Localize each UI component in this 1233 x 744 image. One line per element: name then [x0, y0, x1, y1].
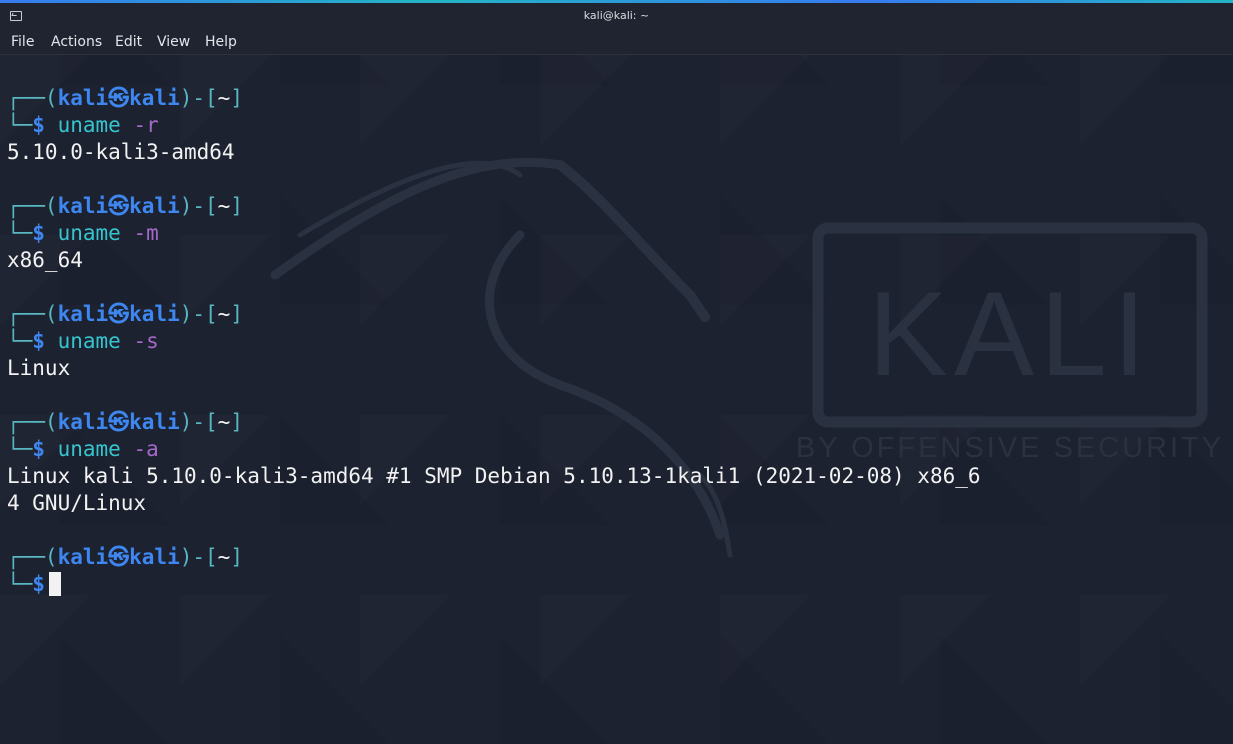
prompt-frame: ┌──( [7, 302, 58, 326]
prompt-frame: )-[ [179, 86, 218, 110]
window-title: kali@kali: ~ [583, 9, 650, 22]
menu-file[interactable]: File [11, 34, 34, 50]
title-bar[interactable]: kali@kali: ~ [0, 3, 1233, 30]
prompt-user-host: kali㉿kali [57, 194, 180, 218]
prompt-frame: ┌──( [7, 410, 58, 434]
command-output: Linux [7, 356, 71, 380]
prompt-frame: └─ [7, 329, 33, 353]
prompt-frame: ┌──( [7, 545, 58, 569]
prompt-directory: ~ [217, 86, 231, 110]
command-output: Linux kali 5.10.0-kali3-amd64 #1 SMP Deb… [7, 464, 981, 488]
command-argument: -r [133, 113, 159, 137]
menu-edit[interactable]: Edit [115, 34, 142, 50]
prompt-frame: └─ [7, 572, 33, 596]
prompt-frame: └─ [7, 221, 33, 245]
prompt-user-host: kali㉿kali [57, 410, 180, 434]
command-line: └─$ uname -m [7, 220, 159, 247]
prompt-frame: ┌──( [7, 86, 58, 110]
prompt-frame: └─ [7, 437, 33, 461]
prompt-line: ┌──(kali㉿kali)-[~] [7, 409, 243, 436]
prompt-user-host: kali㉿kali [57, 86, 180, 110]
prompt-symbol: $ [32, 113, 45, 137]
command-line: └─$ uname -s [7, 328, 159, 355]
prompt-directory: ~ [217, 302, 231, 326]
menu-help[interactable]: Help [205, 34, 237, 50]
prompt-frame: ] [230, 86, 243, 110]
prompt-symbol: $ [32, 437, 45, 461]
command-name: uname [57, 329, 121, 353]
menu-view[interactable]: View [157, 34, 190, 50]
command-output: 5.10.0-kali3-amd64 [7, 140, 235, 164]
terminal-area[interactable]: KALI BY OFFENSIVE SECURITY ┌──(kali㉿kali… [0, 55, 1233, 744]
prompt-frame: )-[ [179, 302, 218, 326]
command-output: 4 GNU/Linux [7, 491, 147, 515]
command-argument: -s [133, 329, 159, 353]
command-argument: -a [133, 437, 159, 461]
prompt-directory: ~ [217, 545, 231, 569]
prompt-directory: ~ [217, 194, 231, 218]
command-line: └─$ uname -r [7, 112, 159, 139]
prompt-line: ┌──(kali㉿kali)-[~] [7, 301, 243, 328]
menu-actions[interactable]: Actions [51, 34, 102, 50]
prompt-symbol: $ [32, 572, 45, 596]
prompt-frame: ] [230, 410, 243, 434]
prompt-frame: ] [230, 194, 243, 218]
prompt-frame: ] [230, 302, 243, 326]
prompt-user-host: kali㉿kali [57, 545, 180, 569]
prompt-symbol: $ [32, 221, 45, 245]
active-command-line[interactable]: └─$ [7, 571, 61, 598]
command-output: x86_64 [7, 248, 83, 272]
prompt-frame: ] [230, 545, 243, 569]
prompt-frame: ┌──( [7, 194, 58, 218]
prompt-line: ┌──(kali㉿kali)-[~] [7, 544, 243, 571]
prompt-line: ┌──(kali㉿kali)-[~] [7, 85, 243, 112]
prompt-frame: )-[ [179, 545, 218, 569]
prompt-line: ┌──(kali㉿kali)-[~] [7, 193, 243, 220]
prompt-symbol: $ [32, 329, 45, 353]
menu-bar: File Actions Edit View Help [0, 30, 1233, 55]
command-name: uname [57, 437, 121, 461]
command-name: uname [57, 221, 121, 245]
prompt-frame: └─ [7, 113, 33, 137]
terminal-screen[interactable]: ┌──(kali㉿kali)-[~] └─$ uname -r 5.10.0-k… [7, 55, 1227, 727]
prompt-frame: )-[ [179, 194, 218, 218]
prompt-frame: )-[ [179, 410, 218, 434]
command-argument: -m [133, 221, 159, 245]
command-name: uname [57, 113, 121, 137]
prompt-directory: ~ [217, 410, 231, 434]
prompt-user-host: kali㉿kali [57, 302, 180, 326]
command-line: └─$ uname -a [7, 436, 159, 463]
text-cursor[interactable] [48, 572, 61, 596]
